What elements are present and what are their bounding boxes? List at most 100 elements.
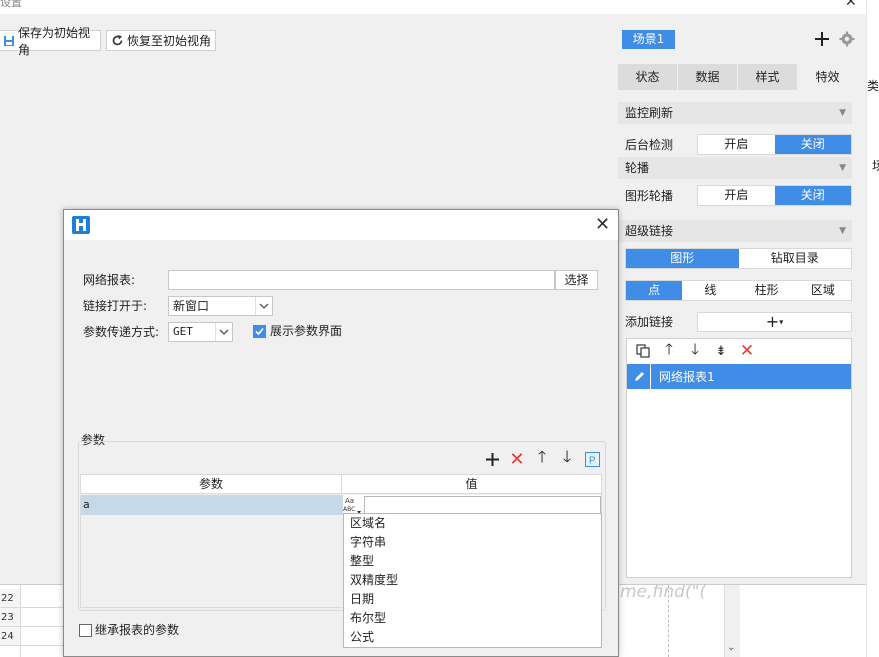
element-type-tabs: 点 线 柱形 区域	[625, 280, 852, 301]
effects-panel: 状态 数据 样式 特效 监控刷新 ▼ 后台检测 开启 关闭 轮播 ▼ 图形 轮播 …	[618, 64, 858, 578]
report-input[interactable]	[168, 270, 555, 290]
save-icon	[4, 35, 14, 46]
delete-icon[interactable]: ✕	[737, 341, 757, 361]
type-option-boolean[interactable]: 布尔型	[344, 609, 601, 628]
collapse-icon[interactable]: ▼	[839, 157, 846, 179]
off-option[interactable]: 关闭	[774, 135, 851, 154]
dialog-close-icon[interactable]: ✕	[595, 214, 610, 235]
tab-drill-directory[interactable]: 钻取目录	[739, 249, 852, 268]
hyperlink-section[interactable]: 超级链接 ▼	[618, 220, 852, 242]
svg-text:ABC: ABC	[343, 506, 355, 513]
spreadsheet-grid	[20, 585, 64, 657]
method-label: 参数传递方式:	[83, 325, 160, 339]
add-link-button[interactable]: +▾	[697, 312, 852, 332]
link-target-tabs: 图形 钻取目录	[625, 248, 852, 269]
tab-area[interactable]: 区域	[795, 281, 851, 300]
on-option[interactable]: 开启	[698, 135, 775, 154]
type-option-date[interactable]: 日期	[344, 590, 601, 609]
settings-titlebar: 设置 ✕	[0, 0, 866, 14]
right-edge-panel: 类 场	[866, 0, 879, 657]
delete-param-icon[interactable]: ✕	[508, 449, 526, 470]
value-input[interactable]	[364, 496, 601, 514]
sort-icon[interactable]: ⇟	[711, 341, 731, 361]
link-item-label: 网络报表1	[659, 370, 715, 384]
list-item[interactable]: 网络报表1	[627, 364, 851, 389]
value-column-header: 值	[465, 477, 478, 491]
section-title: 超级链接	[625, 224, 674, 238]
formula-text: me,find("(	[620, 582, 707, 602]
restore-initial-view-button[interactable]: 恢复至初始视角	[106, 30, 216, 51]
type-option-formula[interactable]: 公式	[344, 628, 601, 647]
row-number: 24	[0, 627, 20, 646]
on-option[interactable]: 开启	[698, 186, 775, 205]
open-in-label: 链接打开于:	[83, 299, 148, 313]
type-option-double[interactable]: 双精度型	[344, 571, 601, 590]
carousel-section[interactable]: 轮播 ▼	[618, 157, 852, 179]
param-settings-icon[interactable]: P	[583, 450, 601, 468]
settings-close-icon[interactable]: ✕	[845, 0, 857, 10]
params-table-header: 参数 值	[81, 475, 601, 494]
type-selector-icon[interactable]: Aa ABC	[343, 495, 363, 515]
table-row[interactable]: a	[81, 495, 343, 515]
row-number: 22	[0, 589, 20, 608]
settings-title: 设置	[0, 0, 22, 9]
off-option[interactable]: 关闭	[774, 186, 851, 205]
open-in-select[interactable]: 新窗口	[168, 296, 273, 316]
param-column-header: 参数	[81, 475, 342, 493]
choose-button[interactable]: 选择	[555, 270, 598, 290]
spreadsheet-scrollbar[interactable]: ⌄	[724, 585, 740, 657]
chevron-down-icon: ▾	[779, 317, 784, 327]
save-initial-view-button[interactable]: 保存为初始视角	[0, 26, 101, 57]
scroll-down-icon[interactable]: ⌄	[727, 642, 735, 653]
tab-status[interactable]: 状态	[618, 64, 678, 90]
tab-column[interactable]: 柱形	[739, 281, 795, 300]
collapse-icon[interactable]: ▼	[839, 220, 846, 242]
chevron-down-icon[interactable]	[255, 297, 272, 315]
add-link-label: 添加链接	[625, 315, 674, 329]
svg-text:Aa: Aa	[345, 497, 354, 505]
monitor-refresh-section[interactable]: 监控刷新 ▼	[618, 102, 852, 124]
edit-icon[interactable]	[627, 364, 651, 389]
background-check-toggle: 开启 关闭	[697, 134, 852, 155]
open-in-value: 新窗口	[173, 299, 210, 313]
tab-line[interactable]: 线	[682, 281, 738, 300]
type-dropdown: 区域名 字符串 整型 双精度型 日期 布尔型 公式	[343, 513, 602, 648]
row-number-column: 22 23 24	[0, 585, 20, 646]
move-down-icon[interactable]: 🡓	[558, 447, 576, 468]
type-option-region[interactable]: 区域名	[344, 514, 601, 533]
section-title: 监控刷新	[625, 106, 674, 120]
move-up-icon[interactable]: 🡑	[533, 447, 551, 468]
method-value: GET	[173, 325, 193, 338]
edge-text: 类	[867, 79, 879, 93]
restore-initial-view-label: 恢复至初始视角	[127, 34, 212, 48]
save-initial-view-label: 保存为初始视角	[18, 25, 91, 57]
link-list-toolbar: 🡑 🡓 ⇟ ✕	[627, 339, 851, 363]
chevron-down-icon[interactable]	[215, 323, 232, 341]
show-params-checkbox[interactable]	[253, 325, 266, 338]
type-option-integer[interactable]: 整型	[344, 552, 601, 571]
value-cell: Aa ABC	[343, 495, 601, 515]
tab-graphic[interactable]: 图形	[626, 249, 739, 268]
dialog-titlebar: ✕	[64, 210, 618, 240]
copy-icon[interactable]	[633, 341, 653, 361]
scene-tag[interactable]: 场景1	[622, 30, 675, 49]
type-option-string[interactable]: 字符串	[344, 533, 601, 552]
add-scene-icon[interactable]	[812, 29, 832, 49]
move-up-icon[interactable]: 🡑	[659, 340, 679, 361]
chart-carousel-label: 图形轮播	[625, 189, 674, 203]
gear-icon[interactable]	[837, 29, 857, 49]
check-icon	[255, 327, 264, 336]
collapse-icon[interactable]: ▼	[839, 102, 846, 124]
plus-icon: +	[765, 312, 780, 331]
move-down-icon[interactable]: 🡓	[685, 340, 705, 361]
tab-style[interactable]: 样式	[738, 64, 798, 90]
tab-data[interactable]: 数据	[678, 64, 738, 90]
tab-point[interactable]: 点	[626, 281, 683, 300]
method-select[interactable]: GET	[168, 322, 233, 342]
background-check-label: 后台检测	[625, 138, 674, 152]
add-param-icon[interactable]	[483, 450, 501, 468]
inherit-params-checkbox[interactable]	[79, 624, 92, 637]
tab-effects[interactable]: 特效	[798, 64, 858, 90]
link-list: 🡑 🡓 ⇟ ✕ 网络报表1	[626, 338, 852, 578]
chart-carousel-toggle: 开启 关闭	[697, 185, 852, 206]
